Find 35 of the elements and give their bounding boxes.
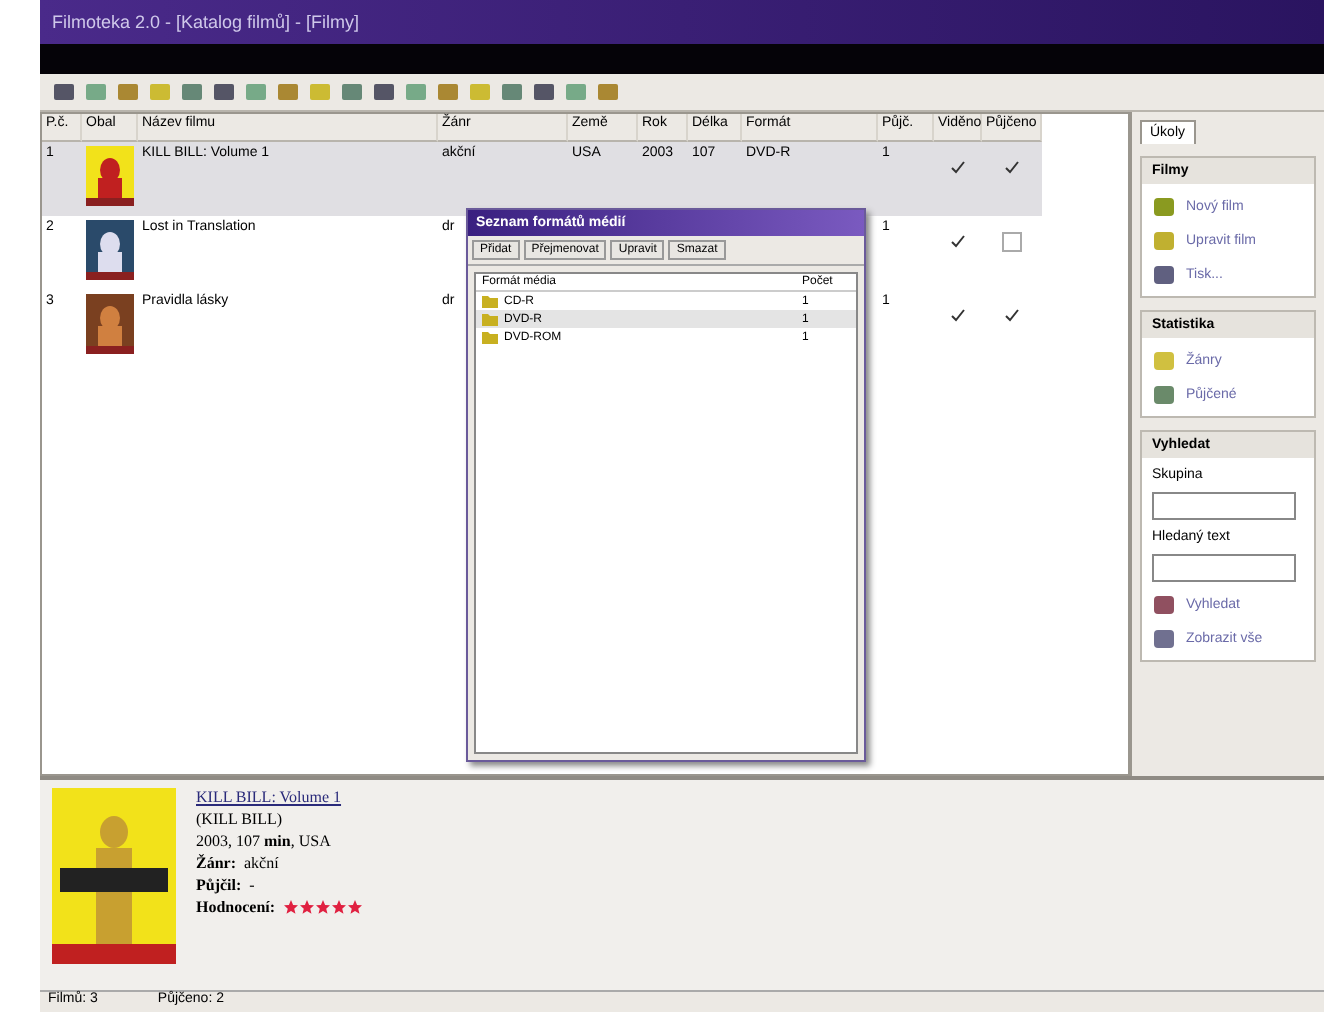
genre-label: Žánr: <box>196 854 236 872</box>
toolbar-icon[interactable] <box>212 80 236 104</box>
task-icon <box>1152 348 1176 372</box>
rating-label: Hodnocení: <box>196 898 276 916</box>
lent-checkbox[interactable] <box>1002 232 1022 252</box>
original-title: (KILL BILL) <box>196 810 285 828</box>
window-title: Filmoteka 2.0 - [Katalog filmů] - [Filmy] <box>40 0 1324 44</box>
toolbar-icon[interactable] <box>340 80 364 104</box>
group-dropdown[interactable] <box>1152 492 1296 520</box>
toolbar-icon[interactable] <box>276 80 300 104</box>
lent-checkbox[interactable] <box>1002 306 1022 326</box>
task-icon <box>1152 262 1176 286</box>
toolbar-icon[interactable] <box>116 80 140 104</box>
task-icon <box>1152 194 1176 218</box>
toolbar-icon[interactable] <box>436 80 460 104</box>
task-icon <box>1152 228 1176 252</box>
lent-checkbox[interactable] <box>1002 158 1022 178</box>
genre-value: akční <box>244 854 279 872</box>
task-icon <box>1152 382 1176 406</box>
task-icon <box>1152 592 1176 616</box>
movie-info: 2003, 107 min, USA <box>196 832 333 850</box>
toolbar-icon[interactable] <box>180 80 204 104</box>
seen-checkbox[interactable] <box>948 158 968 178</box>
seen-checkbox[interactable] <box>948 232 968 252</box>
movie-title[interactable]: KILL BILL: Volume 1 <box>196 788 362 806</box>
toolbar-icon[interactable] <box>532 80 556 104</box>
task-icon <box>1152 626 1176 650</box>
toolbar-icon[interactable] <box>52 80 76 104</box>
search-field[interactable] <box>1152 554 1296 582</box>
toolbar-icon[interactable] <box>372 80 396 104</box>
toolbar-icon[interactable] <box>500 80 524 104</box>
lent-value: - <box>249 876 255 894</box>
lent-label: Půjčil: <box>196 876 242 894</box>
seen-checkbox[interactable] <box>948 306 968 326</box>
toolbar-icon[interactable] <box>596 80 620 104</box>
